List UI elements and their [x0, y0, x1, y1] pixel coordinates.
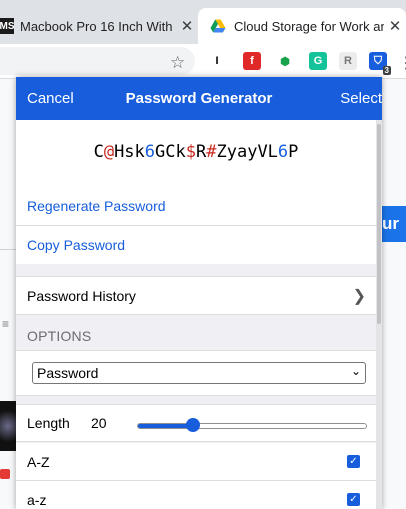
password-type-select[interactable]: Password ⌄ [32, 362, 366, 384]
option-row[interactable]: a-z ✓ [16, 481, 376, 509]
close-icon[interactable]: ✕ [176, 17, 198, 35]
flipboard-icon[interactable]: f [243, 52, 261, 70]
length-slider[interactable] [137, 418, 367, 432]
password-type-value: Password [37, 365, 99, 381]
popup-title: Password Generator [125, 90, 273, 107]
option-row[interactable]: A-Z ✓ [16, 443, 376, 481]
length-row: Length 20 [16, 404, 376, 442]
address-bar[interactable] [0, 47, 195, 75]
generated-password-box: C@Hsk6GCk$R#ZyayVL6P [16, 120, 376, 187]
option-label: a-z [27, 491, 47, 508]
slider-handle[interactable] [186, 418, 200, 432]
password-letters: P [288, 142, 299, 162]
checkbox-checked-icon[interactable]: ✓ [347, 455, 360, 468]
divider [0, 249, 16, 250]
readwise-icon[interactable]: R [339, 52, 357, 70]
option-label: A-Z [27, 453, 50, 470]
copy-row[interactable]: Copy Password [16, 226, 376, 264]
generated-password[interactable]: C@Hsk6GCk$R#ZyayVL6P [16, 142, 376, 162]
tab-strip: MS Macbook Pro 16 Inch With ✕ Cloud Stor… [0, 0, 406, 44]
password-letters: R [196, 142, 207, 162]
extension-badge: 3 [382, 66, 391, 75]
instapaper-icon[interactable]: I [208, 52, 226, 70]
tab-macbook[interactable]: MS Macbook Pro 16 Inch With ✕ [0, 8, 198, 44]
popup-header: Cancel Password Generator Select [16, 77, 382, 120]
bitwarden-icon[interactable]: ⛉ 3 [369, 52, 391, 75]
password-symbol: @ [103, 142, 115, 162]
type-row: Password ⌄ [16, 350, 376, 396]
select-label: Select [340, 90, 382, 107]
password-letters: C [93, 142, 104, 162]
grammarly-icon[interactable]: G [309, 52, 327, 70]
password-history-label: Password History [27, 287, 136, 304]
options-heading: OPTIONS [27, 328, 92, 344]
bookmark-star-icon[interactable]: ☆ [170, 53, 185, 73]
app-icon [0, 469, 10, 479]
password-generator-popup: Cancel Password Generator Select C@Hsk6G… [16, 77, 382, 509]
ms-favicon-icon: MS [0, 18, 15, 34]
popup-scrollbar[interactable] [376, 120, 382, 509]
password-symbol: # [206, 142, 217, 162]
password-digit: 6 [277, 142, 289, 162]
regenerate-row[interactable]: Regenerate Password [16, 186, 376, 226]
password-letters: GCk [155, 142, 186, 162]
length-slider-wrap [16, 418, 376, 432]
regenerate-password-link[interactable]: Regenerate Password [27, 198, 166, 214]
browser-toolbar: ☆ If ⬢ G R ⛉ 3 ⋮ [0, 44, 406, 79]
password-symbol: $ [185, 142, 196, 162]
password-letters: ZyayVL [216, 142, 278, 162]
share-extension-icon[interactable]: ⬢ [276, 52, 294, 70]
password-history-row[interactable]: Password History ❯ [16, 276, 376, 315]
tab-title: Macbook Pro 16 Inch With [20, 18, 173, 34]
tab-cloud-storage[interactable]: Cloud Storage for Work an ✕ [198, 8, 406, 44]
select-button[interactable]: Select [340, 90, 382, 107]
chevron-down-icon: ⌄ [350, 364, 361, 378]
tab-title: Cloud Storage for Work an [234, 18, 384, 34]
chevron-right-icon: ❯ [352, 287, 366, 305]
copy-password-link[interactable]: Copy Password [27, 237, 125, 253]
password-digit: 6 [144, 142, 156, 162]
hamburger-icon[interactable]: ≡ [2, 317, 9, 331]
password-letters: Hsk [114, 142, 145, 162]
thumbnail-image [0, 401, 16, 451]
more-menu-icon[interactable]: ⋮ [398, 53, 406, 73]
scrollbar-thumb[interactable] [377, 124, 381, 324]
google-drive-icon [210, 19, 226, 33]
popup-body: C@Hsk6GCk$R#ZyayVL6P Regenerate Password… [16, 120, 376, 509]
background-cta-button[interactable]: ur [378, 206, 406, 242]
close-icon[interactable]: ✕ [384, 17, 406, 35]
checkbox-checked-icon[interactable]: ✓ [347, 493, 360, 506]
